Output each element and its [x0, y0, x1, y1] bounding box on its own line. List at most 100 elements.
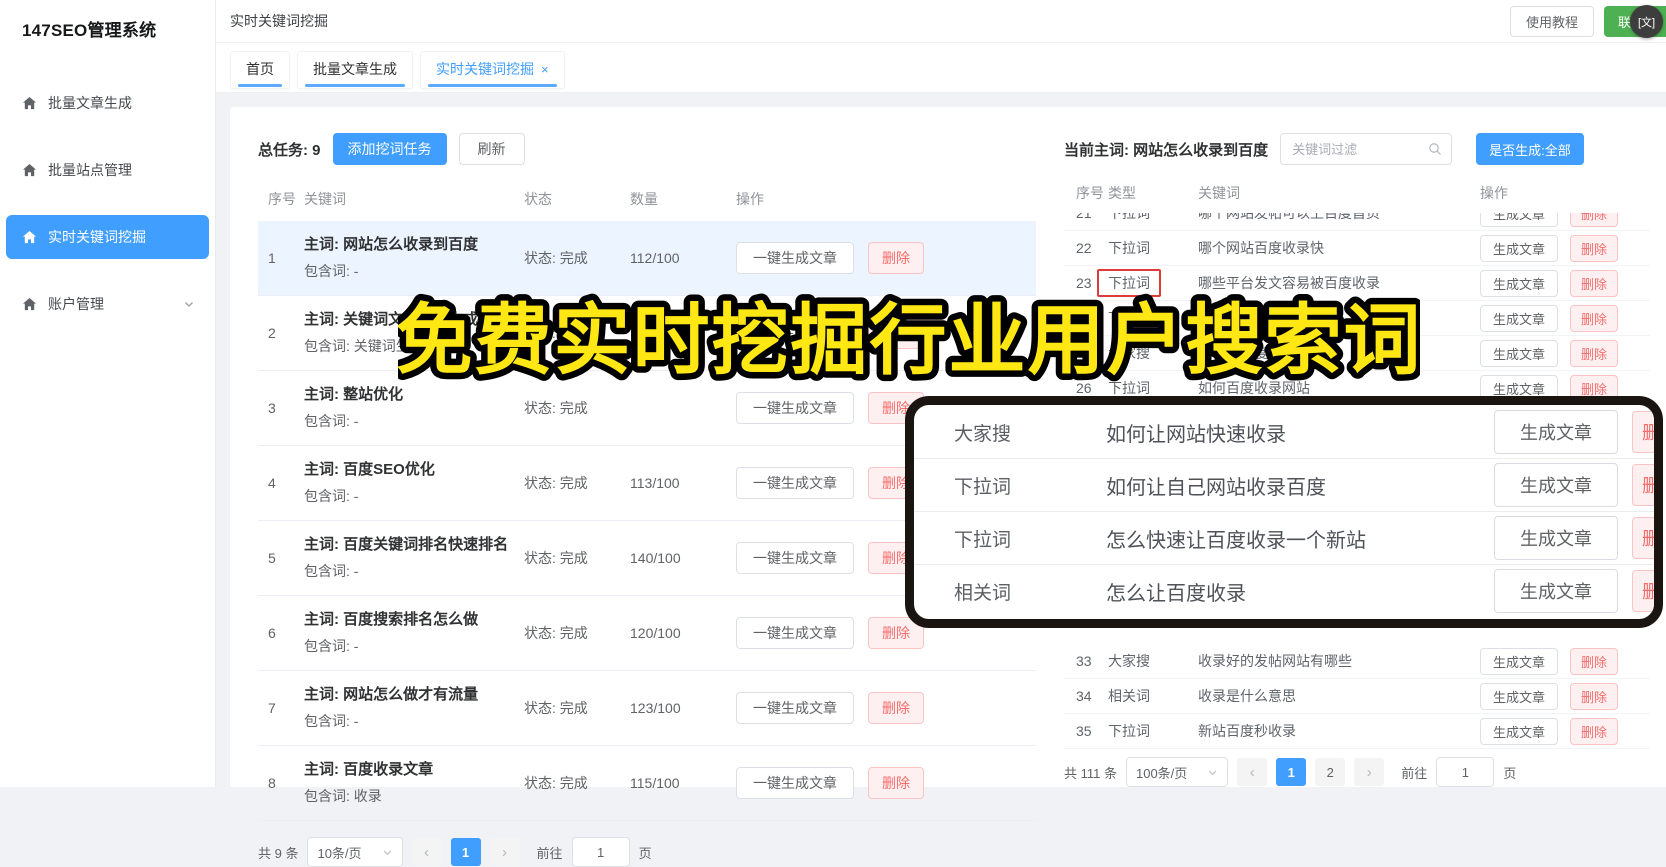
task-toolbar: 总任务: 9 添加挖词任务 刷新 — [258, 133, 1036, 165]
list-item: 23 下拉词 哪些平台发文容易被百度收录 生成文章 删除 — [1064, 266, 1650, 301]
generate-article-button[interactable]: 一键生成文章 — [736, 767, 854, 799]
row-qty: 115/100 — [630, 775, 680, 791]
page-size-select[interactable]: 10条/页 — [307, 837, 403, 867]
prev-page-button[interactable]: ‹ — [411, 838, 442, 866]
list-item: 25 大家搜 怎么让百度快速收录 生成文章 删除 — [1064, 336, 1650, 371]
generate-article-button[interactable]: 生成文章 — [1480, 213, 1559, 227]
delete-button[interactable]: 删除 — [1632, 517, 1654, 559]
generate-article-button[interactable]: 生成文章 — [1494, 410, 1618, 454]
goto-page-input[interactable] — [1436, 757, 1495, 787]
delete-button[interactable]: 删除 — [1570, 213, 1619, 227]
row-keyword: 如何让自己网站收录百度 — [1106, 476, 1326, 499]
row-keyword: 哪些平台发文容易被百度收录 — [1198, 275, 1380, 291]
row-include: 包含词: - — [304, 488, 359, 504]
page-size-value: 10条/页 — [317, 845, 362, 861]
sidebar-item-realtime-keywords[interactable]: 实时关键词挖掘 — [6, 215, 209, 259]
row-qty: 120/100 — [630, 625, 681, 641]
row-qty: 123/100 — [630, 700, 681, 716]
delete-button[interactable]: 删除 — [1570, 682, 1619, 710]
generate-article-button[interactable]: 一键生成文章 — [736, 467, 854, 499]
generate-article-button[interactable]: 生成文章 — [1480, 717, 1559, 745]
generate-article-button[interactable]: 生成文章 — [1480, 304, 1559, 332]
row-seq: 24 — [1076, 310, 1092, 326]
tab-bar: 首页 批量文章生成 实时关键词挖掘 × — [216, 43, 1666, 93]
row-include: 包含词: - — [304, 413, 359, 429]
table-row[interactable]: 2 主词: 关键词文章自动生成 包含词: 关键词生成 状态: 完成 100/10… — [258, 296, 1036, 371]
row-status: 状态: 完成 — [524, 625, 588, 641]
delete-button[interactable]: 删除 — [1570, 304, 1619, 332]
close-icon[interactable]: × — [541, 62, 549, 77]
app-root: 147SEO管理系统 批量文章生成 批量站点管理 实时关键词挖掘 账户管理 实时… — [0, 0, 1666, 867]
pagination-total: 共 9 条 — [258, 845, 299, 861]
row-keyword: 收录好的发帖网站有哪些 — [1198, 653, 1352, 669]
generate-article-button[interactable]: 一键生成文章 — [736, 542, 854, 574]
delete-button[interactable]: 删除 — [1632, 411, 1654, 453]
row-keyword: 如何百度收录网站 — [1198, 380, 1310, 396]
row-seq: 6 — [268, 625, 276, 641]
generate-article-button[interactable]: 一键生成文章 — [736, 392, 854, 424]
tab-realtime-keywords[interactable]: 实时关键词挖掘 × — [420, 51, 565, 89]
row-keyword: 主词: 百度关键词排名快速排名 — [304, 536, 509, 553]
delete-button[interactable]: 删除 — [868, 692, 924, 724]
generate-article-button[interactable]: 生成文章 — [1494, 516, 1618, 560]
delete-button[interactable]: 删除 — [1570, 339, 1619, 367]
generate-article-button[interactable]: 生成文章 — [1480, 647, 1559, 675]
generate-article-button[interactable]: 一键生成文章 — [736, 317, 854, 349]
add-task-button[interactable]: 添加挖词任务 — [332, 133, 447, 165]
row-keyword: 主词: 百度搜索排名怎么做 — [304, 611, 479, 628]
delete-button[interactable]: 删除 — [1632, 570, 1654, 612]
generate-article-button[interactable]: 生成文章 — [1480, 269, 1559, 297]
delete-button[interactable]: 删除 — [1570, 717, 1619, 745]
row-seq: 34 — [1076, 688, 1092, 704]
prev-page-button[interactable]: ‹ — [1237, 758, 1268, 786]
page-number-2[interactable]: 2 — [1315, 758, 1346, 786]
table-row[interactable]: 7 主词: 网站怎么做才有流量 包含词: - 状态: 完成 123/100 一键… — [258, 671, 1036, 746]
generate-article-button[interactable]: 生成文章 — [1494, 569, 1618, 613]
row-include: 包含词: - — [304, 638, 359, 654]
page-size-select[interactable]: 100条/页 — [1125, 757, 1229, 787]
row-type: 下拉词 — [1108, 240, 1150, 256]
list-item: 34 相关词 收录是什么意思 生成文章 删除 — [1064, 679, 1650, 714]
generate-all-button[interactable]: 是否生成:全部 — [1476, 133, 1584, 165]
refresh-button[interactable]: 刷新 — [458, 133, 525, 165]
translate-badge-icon[interactable]: [文] — [1630, 5, 1663, 38]
col-ops: 操作 — [736, 191, 764, 207]
row-seq: 35 — [1076, 723, 1092, 739]
generate-article-button[interactable]: 一键生成文章 — [736, 617, 854, 649]
keyword-filter-input[interactable] — [1290, 140, 1429, 158]
delete-button[interactable]: 删除 — [1570, 647, 1619, 675]
col-ops: 操作 — [1480, 185, 1508, 201]
delete-button[interactable]: 删除 — [868, 767, 924, 799]
table-row[interactable]: 8 主词: 百度收录文章 包含词: 收录 状态: 完成 115/100 一键生成… — [258, 746, 1036, 821]
tab-label: 实时关键词挖掘 — [436, 61, 534, 77]
inset-row: 下拉词 如何让自己网站收录百度 生成文章 删除 — [914, 458, 1654, 511]
table-row[interactable]: 1 主词: 网站怎么收录到百度 包含词: - 状态: 完成 112/100 一键… — [258, 221, 1036, 296]
generate-article-button[interactable]: 生成文章 — [1480, 682, 1559, 710]
delete-button[interactable]: 删除 — [1570, 234, 1619, 262]
delete-button[interactable]: 删除 — [868, 242, 924, 274]
generate-article-button[interactable]: 生成文章 — [1494, 463, 1618, 507]
list-item: 22 下拉词 哪个网站百度收录快 生成文章 删除 — [1064, 231, 1650, 266]
delete-button[interactable]: 删除 — [1632, 464, 1654, 506]
next-page-button[interactable]: › — [1354, 758, 1385, 786]
next-page-button[interactable]: › — [489, 838, 520, 866]
page-number-current[interactable]: 1 — [450, 838, 481, 866]
tab-home[interactable]: 首页 — [230, 51, 290, 89]
row-include: 包含词: - — [304, 263, 359, 279]
delete-button[interactable]: 删除 — [1570, 269, 1619, 297]
sidebar-item-batch-sites[interactable]: 批量站点管理 — [6, 148, 209, 192]
tab-batch-articles[interactable]: 批量文章生成 — [297, 51, 413, 89]
generate-article-button[interactable]: 一键生成文章 — [736, 692, 854, 724]
generate-article-button[interactable]: 生成文章 — [1480, 339, 1559, 367]
generate-article-button[interactable]: 一键生成文章 — [736, 242, 854, 274]
page-number-1[interactable]: 1 — [1276, 758, 1307, 786]
delete-button[interactable]: 删除 — [868, 317, 924, 349]
sidebar-item-account[interactable]: 账户管理 — [6, 282, 209, 326]
goto-page-input[interactable] — [571, 837, 630, 867]
row-keyword: 哪个网站发帖可以上百度首页 — [1198, 213, 1380, 221]
tutorial-button[interactable]: 使用教程 — [1509, 5, 1594, 37]
search-icon — [1429, 143, 1442, 156]
row-seq: 25 — [1076, 345, 1092, 361]
sidebar-item-batch-articles[interactable]: 批量文章生成 — [6, 81, 209, 125]
generate-article-button[interactable]: 生成文章 — [1480, 234, 1559, 262]
